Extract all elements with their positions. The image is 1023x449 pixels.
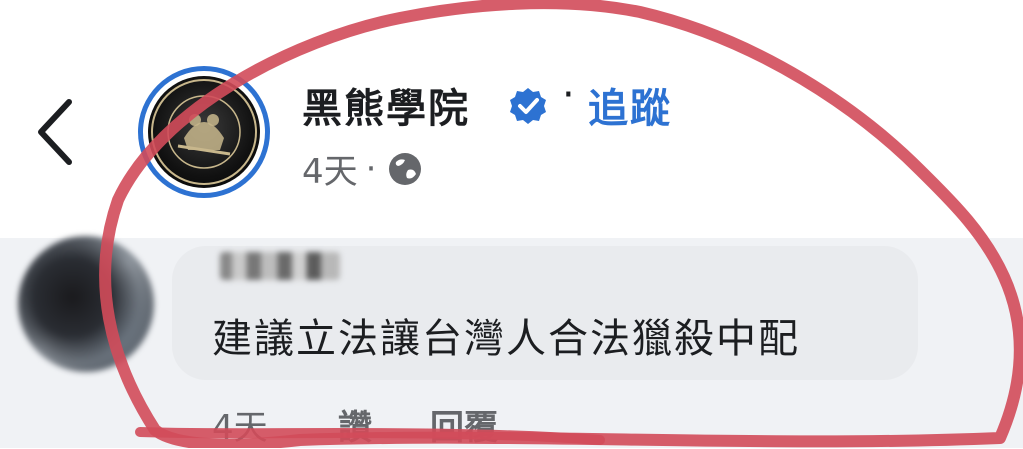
commenter-name-blurred[interactable] <box>220 252 340 280</box>
verified-badge-icon <box>510 88 546 124</box>
reply-button[interactable]: 回覆 <box>430 400 498 449</box>
post-time[interactable]: 4天 <box>302 144 358 193</box>
meta-separator: · <box>365 148 377 189</box>
like-button[interactable]: 讚 <box>338 400 430 449</box>
header-separator: · <box>562 72 575 118</box>
follow-button[interactable]: 追蹤 <box>588 76 672 134</box>
globe-icon <box>389 152 422 185</box>
comment-actions: 4天 讚 回覆 <box>212 400 498 449</box>
comment-text: 建議立法讓台灣人合法獵殺中配 <box>212 316 800 362</box>
commenter-avatar[interactable] <box>18 236 154 372</box>
post-meta: 4天 · <box>302 144 424 193</box>
back-button[interactable] <box>30 92 80 172</box>
page-name[interactable]: 黑熊學院 <box>302 76 470 134</box>
page-avatar[interactable] <box>138 66 270 198</box>
comment-time[interactable]: 4天 <box>212 400 338 449</box>
chevron-left-icon <box>38 99 72 165</box>
bear-academy-logo <box>151 79 257 185</box>
